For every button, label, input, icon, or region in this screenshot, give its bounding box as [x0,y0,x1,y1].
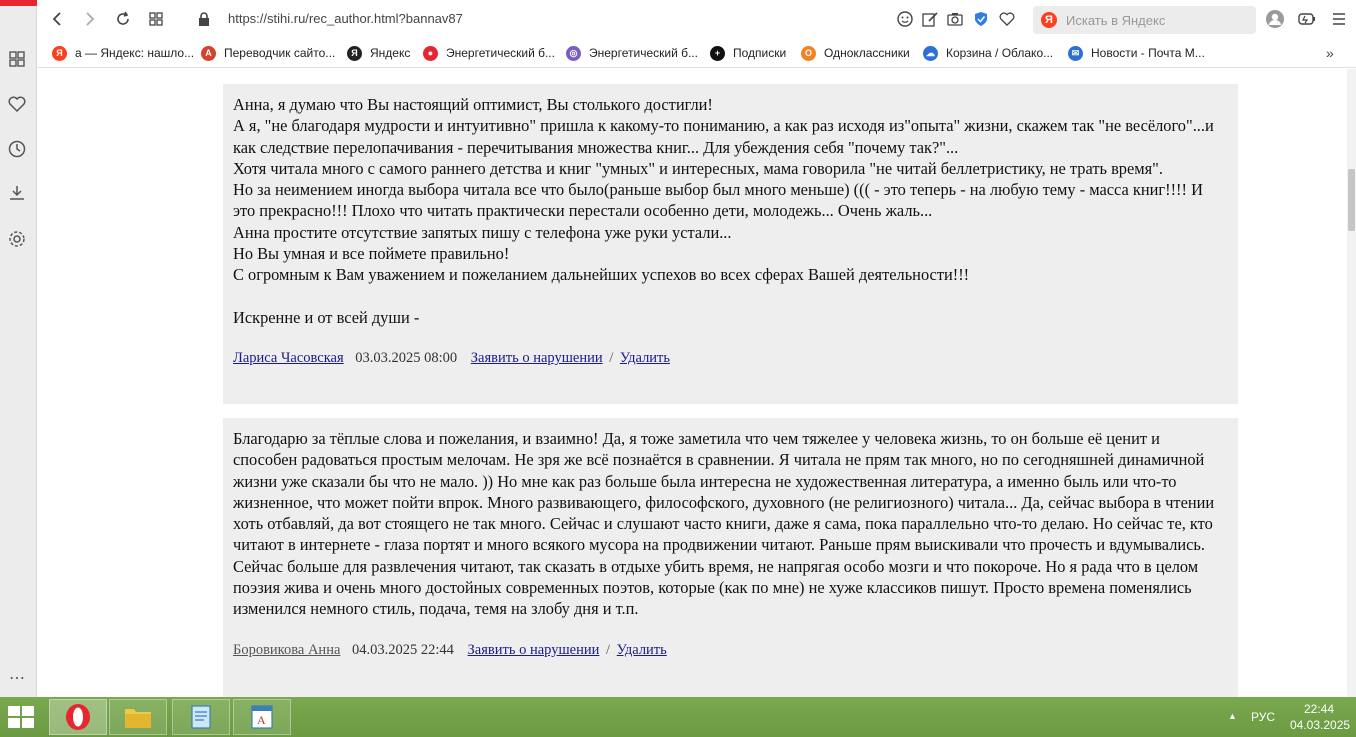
bookmark-label: Подписки [733,46,787,60]
bookmark-item[interactable]: О Одноклассники [801,44,910,62]
windows-start-icon[interactable] [8,706,34,728]
language-indicator[interactable]: РУС [1251,710,1275,724]
bookmark-label: Новости - Почта М... [1091,46,1205,60]
bookmark-item[interactable]: Я а — Яндекс: нашло... [52,44,194,62]
comment-meta: Лариса Часовская 03.03.2025 08:00 Заявит… [233,350,1228,367]
search-placeholder: Искать в Яндекс [1066,13,1166,28]
taskbar-opera[interactable] [49,699,107,735]
comment-text: Анна, я думаю что Вы настоящий оптимист,… [233,95,1214,327]
taskbar-notepad[interactable] [172,699,230,735]
yandex-icon: Я [347,45,362,61]
comment-card: Анна, я думаю что Вы настоящий оптимист,… [223,84,1238,404]
map-pin-icon: ● [423,45,438,61]
mail-icon: ✉ [1068,45,1083,61]
bookmark-item[interactable]: A Переводчик сайто... [201,44,335,62]
author-link[interactable]: Боровикова Анна [233,642,340,658]
profile-avatar-icon[interactable] [1264,8,1286,30]
bookmark-label: Корзина / Облако... [946,46,1054,60]
edit-icon[interactable] [919,8,941,30]
translator-icon: A [201,45,216,61]
lock-icon[interactable] [193,8,215,30]
emoji-icon[interactable] [894,8,916,30]
clock-date[interactable]: 04.03.2025 [1290,718,1350,732]
browser-sidebar: ⋯ [0,0,37,697]
yandex-search-icon: Я [52,45,67,61]
globe-icon: ◎ [566,45,581,61]
bookmarks-bar: Я а — Яндекс: нашло... A Переводчик сайт… [37,38,1356,68]
windows-taskbar: A ▲ РУС 22:44 04.03.2025 [0,697,1356,737]
comment-meta: Боровикова Анна 04.03.2025 22:44 Заявить… [233,642,1228,659]
bookmark-label: Энергетический б... [589,46,698,60]
notepad-icon [191,705,211,729]
taskbar-explorer[interactable] [109,699,167,735]
camera-icon[interactable] [944,8,966,30]
comment-text: Благодарю за тёплые слова и пожелания, и… [233,429,1215,619]
odnoklassniki-icon: О [801,45,816,61]
tray-arrow-icon[interactable]: ▲ [1228,711,1237,721]
folder-icon [125,709,151,728]
more-icon[interactable]: ⋯ [6,667,28,689]
author-link[interactable]: Лариса Часовская [233,350,344,366]
back-icon[interactable] [46,8,68,30]
bookmark-item[interactable]: Я Яндекс [347,44,410,62]
wordpad-icon: A [251,705,273,729]
bookmark-label: Переводчик сайто... [224,46,336,60]
tabs-grid-icon[interactable] [145,8,167,30]
scrollbar-thumb[interactable] [1348,169,1355,231]
battery-saver-icon[interactable] [1296,8,1318,30]
report-link[interactable]: Заявить о нарушении [471,350,603,366]
cloud-icon: ☁ [923,45,938,61]
favorite-icon[interactable] [996,8,1018,30]
separator: / [605,641,611,658]
clock-time[interactable]: 22:44 [1304,702,1334,716]
bookmark-label: Энергетический б... [446,46,555,60]
delete-link[interactable]: Удалить [620,350,670,366]
delete-link[interactable]: Удалить [617,642,667,658]
more-bookmarks-icon[interactable]: » [1326,44,1334,62]
bookmark-item[interactable]: ☁ Корзина / Облако... [923,44,1053,62]
forward-icon[interactable] [79,8,101,30]
bookmark-label: Яндекс [370,46,411,60]
bookmark-item[interactable]: ● Энергетический б... [423,44,555,62]
search-input[interactable]: Я Искать в Яндекс [1033,6,1256,34]
settings-icon[interactable] [6,228,28,250]
bookmark-label: Одноклассники [824,46,910,60]
plus-icon: + [710,45,725,61]
reload-icon[interactable] [112,8,134,30]
bookmark-label: а — Яндекс: нашло... [75,46,195,60]
comment-card: Благодарю за тёплые слова и пожелания, и… [223,418,1238,697]
sidebar-accent [0,0,37,6]
menu-icon[interactable] [1328,8,1350,30]
grid-icon[interactable] [6,48,28,70]
bookmark-item[interactable]: ◎ Энергетический б... [566,44,698,62]
comment-date: 04.03.2025 22:44 [352,641,454,658]
address-bar[interactable]: https://stihi.ru/rec_author.html?bannav8… [228,11,463,26]
yandex-logo-icon: Я [1041,12,1057,28]
heart-icon[interactable] [6,93,28,115]
report-link[interactable]: Заявить о нарушении [468,642,600,658]
browser-toolbar: https://stihi.ru/rec_author.html?bannav8… [37,0,1356,38]
svg-text:A: A [257,713,266,727]
download-icon[interactable] [6,182,28,204]
comment-date: 03.03.2025 08:00 [355,350,458,367]
bookmark-item[interactable]: + Подписки [710,44,786,62]
history-icon[interactable] [6,138,28,160]
opera-icon [66,704,90,730]
taskbar-wordpad[interactable]: A [233,699,291,735]
shield-icon[interactable] [970,8,992,30]
separator: / [609,350,614,367]
page-scrollbar[interactable] [1347,69,1356,697]
bookmark-item[interactable]: ✉ Новости - Почта М... [1068,44,1205,62]
page-content: Анна, я думаю что Вы настоящий оптимист,… [37,69,1347,697]
